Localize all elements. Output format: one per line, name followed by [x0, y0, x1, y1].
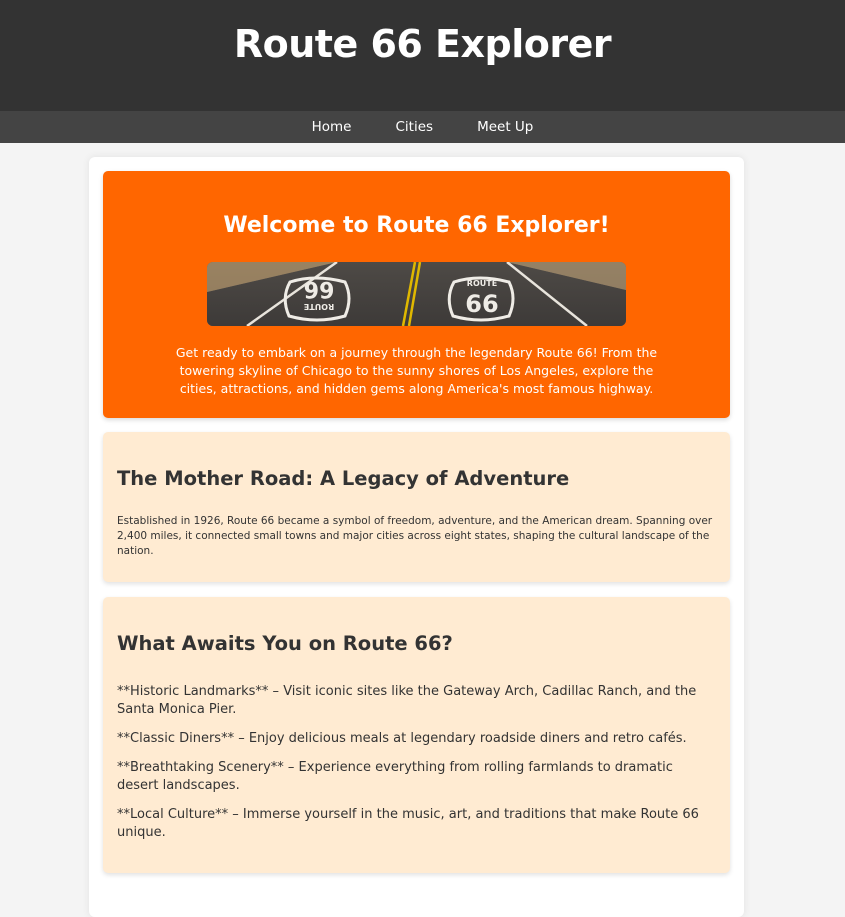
nav-home-link[interactable]: Home: [312, 111, 352, 143]
hero-section: Welcome to Route 66 Explorer! 66 ROUTE R…: [103, 171, 730, 418]
features-title: What Awaits You on Route 66?: [117, 632, 453, 655]
feature-item-scenery: **Breathtaking Scenery** – Experience ev…: [117, 760, 673, 793]
svg-text:ROUTE: ROUTE: [467, 279, 497, 288]
feature-item-culture: **Local Culture** – Immerse yourself in …: [117, 807, 699, 840]
nav-meetup-link[interactable]: Meet Up: [477, 111, 533, 143]
svg-text:ROUTE: ROUTE: [304, 302, 334, 311]
legacy-section: The Mother Road: A Legacy of Adventure E…: [103, 432, 730, 582]
svg-text:66: 66: [304, 276, 335, 301]
nav-cities-link[interactable]: Cities: [396, 111, 434, 143]
site-header: Route 66 Explorer: [0, 0, 845, 111]
site-title: Route 66 Explorer: [233, 22, 612, 66]
legacy-title: The Mother Road: A Legacy of Adventure: [117, 467, 570, 490]
feature-list: **Historic Landmarks** – Visit iconic si…: [117, 683, 716, 853]
main-container: Welcome to Route 66 Explorer! 66 ROUTE R…: [89, 157, 744, 917]
main-nav: Home Cities Meet Up: [0, 111, 845, 143]
feature-item-landmarks: **Historic Landmarks** – Visit iconic si…: [117, 684, 697, 717]
hero-description: Get ready to embark on a journey through…: [175, 345, 658, 396]
svg-text:66: 66: [465, 290, 498, 318]
feature-item-diners: **Classic Diners** – Enjoy delicious mea…: [117, 731, 687, 746]
route66-road-image: 66 ROUTE ROUTE 66: [207, 262, 626, 326]
features-section: What Awaits You on Route 66? **Historic …: [103, 597, 730, 873]
legacy-description: Established in 1926, Route 66 became a s…: [117, 515, 713, 557]
hero-title: Welcome to Route 66 Explorer!: [223, 213, 610, 238]
